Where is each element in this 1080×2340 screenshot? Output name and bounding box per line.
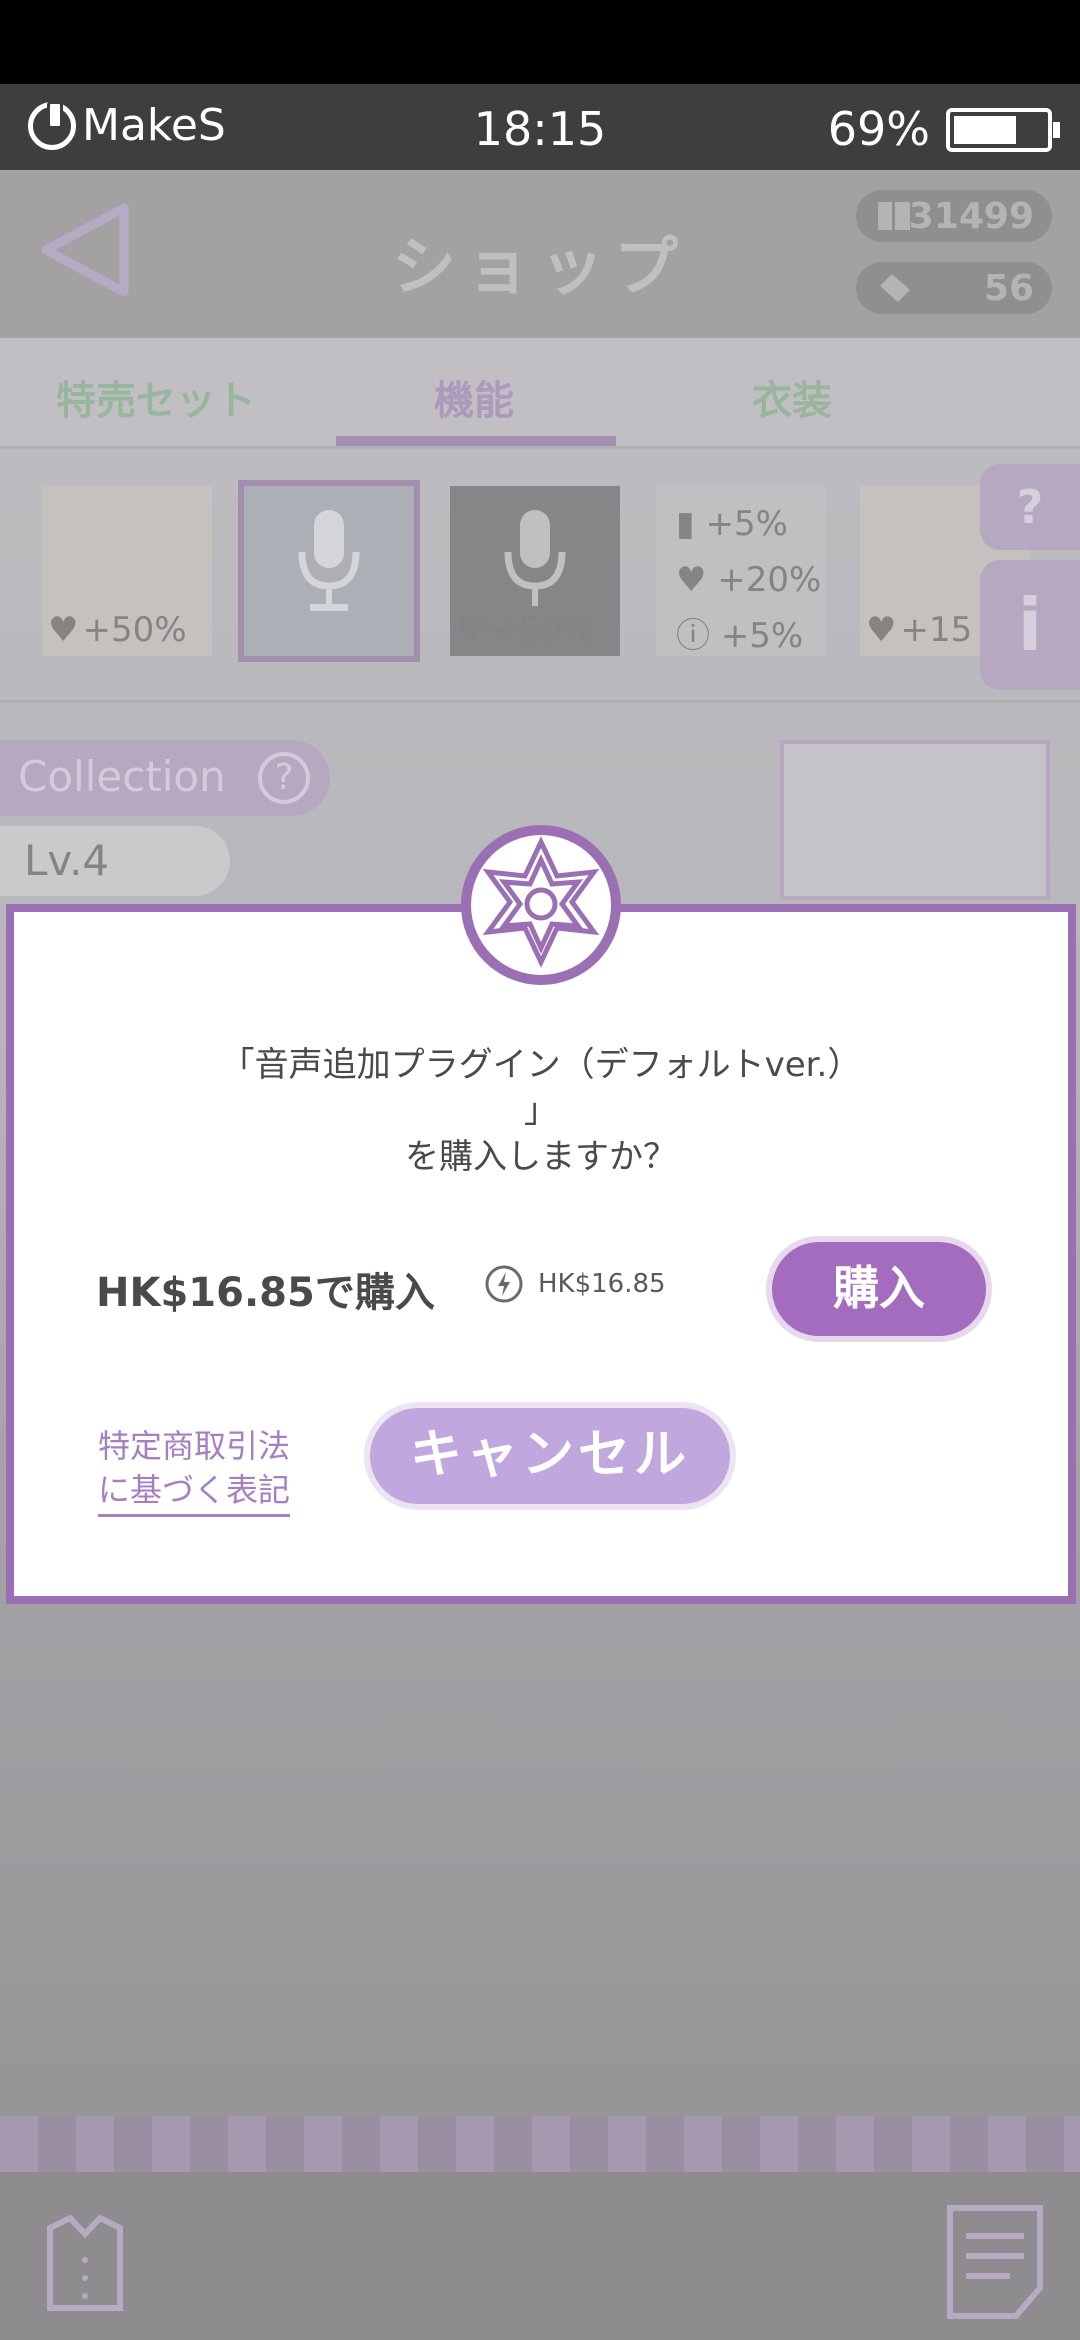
alt-price: HK$16.85: [484, 1264, 666, 1304]
system-top-bar: [0, 0, 1080, 84]
battery-percent: 69%: [827, 102, 930, 156]
purchase-message: 「音声追加プラグイン（デフォルトver.） 」 を購入しますか？: [220, 1045, 862, 1177]
status-bar: MakeS 18:15 69%: [0, 84, 1080, 170]
battery-icon: [946, 108, 1060, 152]
price-label: HK$16.85で購入: [96, 1270, 435, 1316]
purchase-dialog: 「音声追加プラグイン（デフォルトver.） 」 を購入しますか？ HK$16.8…: [6, 904, 1076, 1604]
app-screen: ショップ 31499 56 特売セット 機能 衣装 ♥ +50% ♥ +50% …: [0, 170, 1080, 2340]
payment-icon: [485, 1265, 523, 1303]
legal-notice-link[interactable]: 特定商取引法 に基づく表記: [98, 1424, 291, 1517]
buy-button[interactable]: 購入: [766, 1236, 992, 1342]
flower-emblem-icon: [461, 825, 621, 985]
cancel-button[interactable]: キャンセル: [364, 1402, 736, 1510]
